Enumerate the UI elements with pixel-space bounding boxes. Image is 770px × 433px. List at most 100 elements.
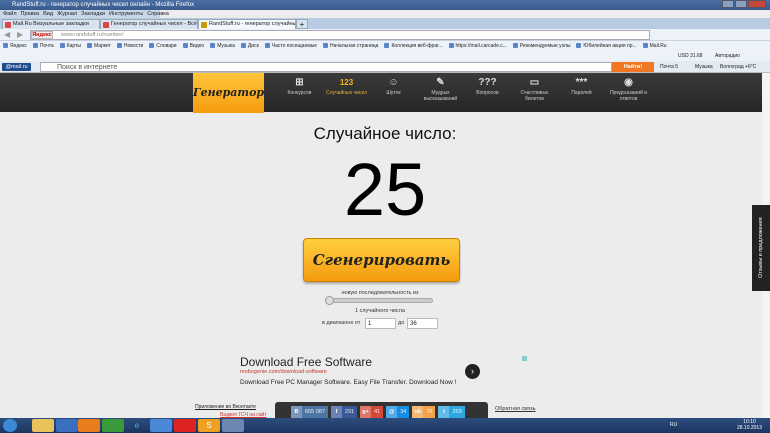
browser-tab[interactable]: Генератор случайных чисел - Всё о... [100, 19, 198, 29]
bookmark[interactable]: Почта [33, 41, 54, 51]
share-button[interactable]: ok 76 [412, 406, 436, 418]
bookmark[interactable]: Новости [117, 41, 143, 51]
nav-item[interactable]: *** Паролей [558, 76, 605, 102]
count-label: 1 случайного числа [355, 308, 405, 314]
tab-label: Mail.Ru Визуальные закладки [13, 21, 89, 27]
forward-icon[interactable]: ▶ [17, 30, 23, 39]
bookmark[interactable]: Начальная страница [323, 41, 378, 51]
clock[interactable]: 10:10 28.10.2013 [737, 419, 762, 431]
nav-item[interactable]: ▭ Счастливых билетов [511, 76, 558, 102]
paint-icon[interactable] [222, 419, 244, 432]
site-nav: ⊞ Конкурсов 123 Случайных чисел ☺ Шуток ✎ Мудры… [276, 76, 652, 102]
bookmark[interactable]: Mail.Ru [643, 41, 667, 51]
menu-item[interactable]: Файл [3, 10, 17, 18]
bookmark[interactable]: Словари [149, 41, 176, 51]
share-button[interactable]: f 291 [330, 406, 358, 418]
bookmark[interactable]: Рекомендуемые узлы [513, 41, 571, 51]
bookmark[interactable]: Маркет [87, 41, 111, 51]
share-count: 41 [374, 409, 381, 415]
nav-item[interactable]: 123 Случайных чисел [323, 76, 370, 102]
bookmark[interactable]: Музыка [210, 41, 235, 51]
share-button[interactable]: В 655 087 [291, 406, 328, 418]
bookmark[interactable]: Видео [183, 41, 205, 51]
mailru-logo[interactable]: @mail.ru [2, 63, 31, 71]
share-count: 291 [344, 409, 355, 415]
music-link[interactable]: Музыка [695, 64, 713, 70]
new-tab-button[interactable]: + [296, 19, 308, 29]
ad-url[interactable]: mobogenie.com/download-software [240, 369, 327, 375]
bookmark[interactable]: Часто посещаемые [265, 41, 317, 51]
firefox-icon[interactable] [78, 419, 100, 432]
skype-icon[interactable]: S [198, 419, 220, 432]
nav-label: Предсказаний и ответов [609, 90, 648, 102]
explorer-icon[interactable] [32, 419, 54, 432]
mail-agent-icon[interactable] [150, 419, 172, 432]
chrome-icon[interactable] [102, 419, 124, 432]
bookmark[interactable]: Диск [241, 41, 259, 51]
start-button[interactable] [3, 419, 17, 432]
usd-rate[interactable]: USD 31.68 [678, 51, 702, 61]
ad-title[interactable]: Download Free Software [240, 355, 372, 369]
yandex-button[interactable]: Яндекс [31, 31, 53, 39]
menu-item[interactable]: Справка [147, 10, 169, 18]
range-to-input[interactable]: 36 [407, 318, 438, 329]
media-player-icon[interactable] [56, 419, 78, 432]
menu-item[interactable]: Журнал [57, 10, 77, 18]
googleplus-icon: g+ [360, 406, 372, 418]
share-button[interactable]: t 259 [438, 406, 465, 418]
bookmark[interactable]: Коллекция веб-фраг... [384, 41, 442, 51]
vk-icon: В [291, 406, 302, 418]
tab-label: Генератор случайных чисел - Всё о... [111, 21, 198, 27]
browser-tab[interactable]: Mail.Ru Визуальные закладки [2, 19, 100, 29]
nav-label: Конкурсов [287, 90, 312, 96]
back-icon[interactable]: ◀ [4, 30, 10, 39]
find-button[interactable]: Найти! [612, 62, 654, 72]
nav-item[interactable]: ◉ Предсказаний и ответов [605, 76, 652, 102]
count-slider[interactable] [325, 298, 433, 303]
vk-app-link[interactable]: Приложение во Вконтакте [195, 404, 256, 410]
bookmark[interactable]: Юбилейная акция пр... [576, 41, 636, 51]
generate-button[interactable]: Сгенерировать [303, 238, 460, 282]
address-bar[interactable]: www.randstuff.ru/number/ [30, 30, 650, 40]
menu-item[interactable]: Инструменты [109, 10, 143, 18]
search-input[interactable]: Поиск в интернете [40, 62, 612, 72]
question-icon: ??? [478, 77, 497, 88]
language-indicator[interactable]: RU [670, 422, 677, 428]
share-button[interactable]: @34 [386, 406, 410, 418]
minimize-button[interactable] [722, 0, 734, 8]
menu-item[interactable]: Правка [21, 10, 40, 18]
yandex-browser-icon[interactable] [174, 419, 196, 432]
ad-arrow-icon[interactable]: › [465, 364, 480, 379]
radio-button[interactable]: Авторадио [715, 51, 740, 61]
maximize-button[interactable] [735, 0, 747, 8]
browser-tab[interactable]: RandStuff.ru - генератор случайных... [198, 19, 296, 29]
feedback-link[interactable]: Обратная связь [495, 406, 536, 412]
bookmark[interactable]: https://mail.carcade.c... [449, 41, 507, 51]
slider-handle[interactable] [325, 296, 334, 305]
nav-item[interactable]: ⊞ Конкурсов [276, 76, 323, 102]
bookmark[interactable]: Карты [60, 41, 81, 51]
site-logo[interactable]: Генератор [193, 73, 264, 113]
menu-item[interactable]: Вид [43, 10, 53, 18]
window-controls [722, 0, 766, 8]
numbers-icon: 123 [339, 78, 354, 87]
feedback-side-tab[interactable]: Отзывы и предложения [752, 205, 770, 291]
close-button[interactable] [748, 0, 766, 8]
share-count: 76 [426, 409, 433, 415]
tab-bar: Mail.Ru Визуальные закладки Генератор слу… [0, 18, 770, 29]
sequence-label: новую последовательность из [341, 290, 419, 296]
range-from-input[interactable]: 1 [365, 318, 396, 329]
mail-link[interactable]: Почта 5 [660, 64, 678, 70]
share-button[interactable]: g+ 41 [360, 406, 384, 418]
nav-item[interactable]: ✎ Мудрых высказываний [417, 76, 464, 102]
nav-label: Вопросов [476, 90, 499, 96]
range-to-label: до [398, 320, 405, 326]
ie-icon[interactable]: e [126, 419, 148, 432]
nav-item[interactable]: ☺ Шуток [370, 76, 417, 102]
menu-item[interactable]: Закладки [81, 10, 105, 18]
weather-link[interactable]: Волгоград +6°С [720, 64, 756, 70]
adchoices-icon[interactable] [522, 356, 527, 361]
bookmark[interactable]: Яндекс [3, 41, 27, 51]
nav-label: Случайных чисел [326, 90, 367, 96]
nav-item[interactable]: ??? Вопросов [464, 76, 511, 102]
